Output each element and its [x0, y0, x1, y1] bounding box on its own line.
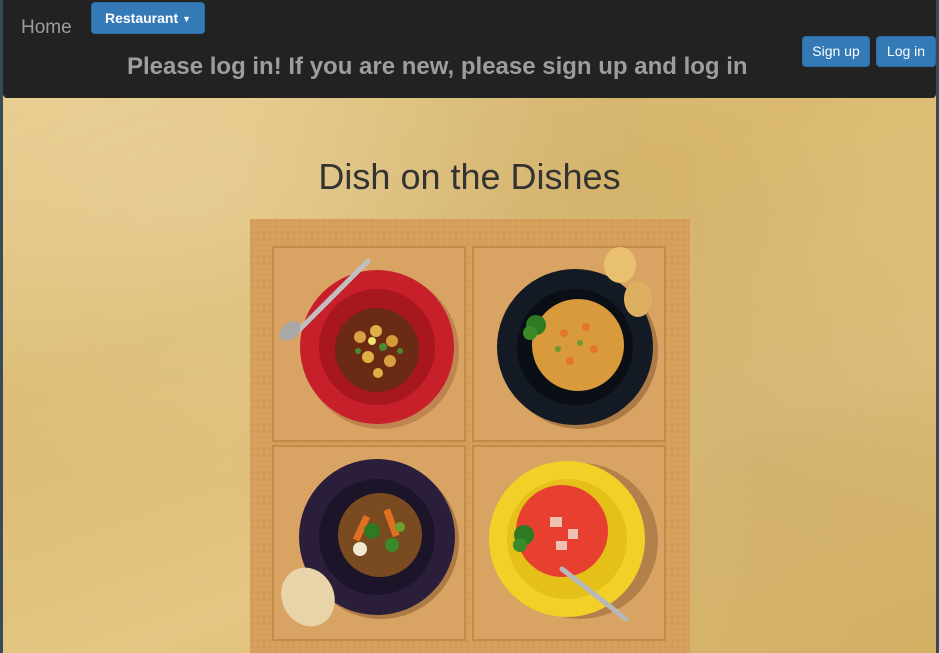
caret-down-icon: ▼	[182, 14, 192, 25]
navbar: Home Restaurant ▼ Sign up Log in Please l…	[3, 0, 936, 98]
restaurant-dropdown-label: Restaurant	[104, 10, 179, 26]
restaurant-dropdown-button[interactable]: Restaurant ▼	[91, 2, 205, 34]
hero-image	[250, 219, 690, 653]
signup-button[interactable]: Sign up	[802, 36, 870, 67]
login-button[interactable]: Log in	[876, 36, 936, 67]
soup-bowls-illustration	[250, 219, 690, 653]
login-prompt-message: Please log in! If you are new, please si…	[127, 53, 748, 80]
nav-home-link[interactable]: Home	[21, 17, 72, 39]
page: Home Restaurant ▼ Sign up Log in Please l…	[3, 0, 936, 653]
page-title: Dish on the Dishes	[318, 156, 621, 197]
